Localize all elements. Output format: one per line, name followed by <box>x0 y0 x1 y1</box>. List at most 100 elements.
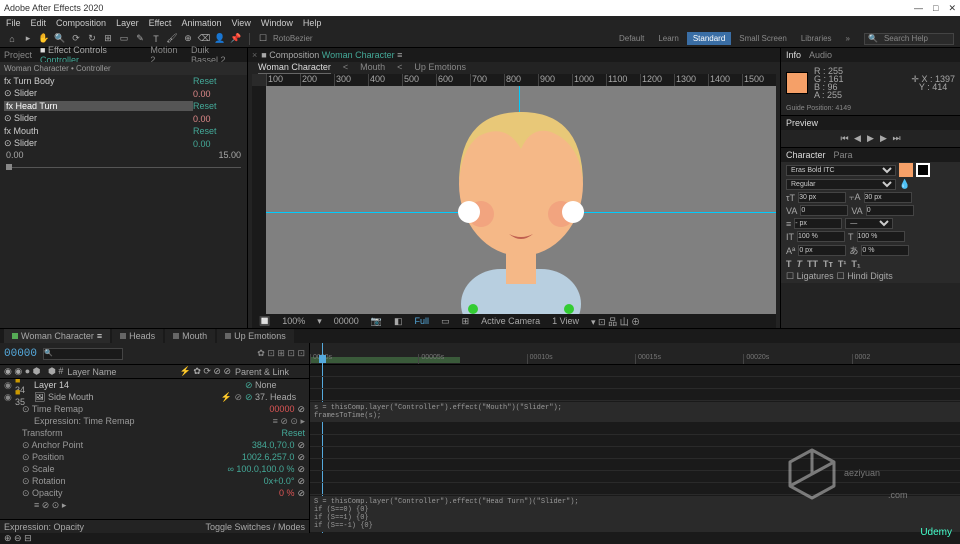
tl-zoom-icon[interactable]: ⊕ ⊖ ⊟ <box>4 533 32 544</box>
eraser-tool-icon[interactable]: ⌫ <box>198 33 210 45</box>
menu-layer[interactable]: Layer <box>116 18 139 28</box>
prop-opacity[interactable]: ⊙ Opacity <box>4 488 276 499</box>
prop-transform[interactable]: Transform <box>4 428 278 438</box>
viewport[interactable]: 1002003004005006007008009001000110012001… <box>252 74 776 328</box>
stroke-width-input[interactable] <box>794 218 842 229</box>
italic-icon[interactable]: T <box>797 259 803 269</box>
roto-tool-icon[interactable]: 👤 <box>214 33 226 45</box>
current-time[interactable]: 00000 <box>4 348 37 360</box>
kerning-input[interactable] <box>800 205 848 216</box>
allcaps-icon[interactable]: TT <box>807 259 818 269</box>
clone-tool-icon[interactable]: ⊕ <box>182 33 194 45</box>
menu-window[interactable]: Window <box>261 18 293 28</box>
stroke-color-icon[interactable] <box>916 163 930 177</box>
timeline-tracks[interactable]: 0000s00005s00010s00015s00020s0002 s = th… <box>310 343 960 533</box>
hand-tool-icon[interactable]: ✋ <box>38 33 50 45</box>
fx-head-turn[interactable]: fx Head Turn <box>4 101 193 111</box>
comp-tab-emotions[interactable]: Up Emotions <box>414 62 466 74</box>
rect-tool-icon[interactable]: ▭ <box>118 33 130 45</box>
hindi-checkbox[interactable]: ☐ Hindi Digits <box>837 271 893 282</box>
prop-scale[interactable]: ⊙ Scale <box>4 464 224 475</box>
workspace-learn[interactable]: Learn <box>652 32 684 45</box>
rotate-tool-icon[interactable]: ↻ <box>86 33 98 45</box>
tab-preview[interactable]: Preview <box>786 118 818 128</box>
pan-behind-tool-icon[interactable]: ⊞ <box>102 33 114 45</box>
tab-project[interactable]: Project <box>4 50 32 60</box>
baseline-input[interactable] <box>798 245 846 256</box>
grid-icon[interactable]: ⊞ <box>459 316 473 327</box>
zoom-tool-icon[interactable]: 🔍 <box>54 33 66 45</box>
superscript-icon[interactable]: T¹ <box>838 259 847 269</box>
slider-mouth[interactable]: ⊙ Slider <box>4 138 193 149</box>
fill-color-icon[interactable] <box>899 163 913 177</box>
close-button[interactable]: ✕ <box>948 3 956 14</box>
fx-turn-body[interactable]: fx Turn Body <box>4 76 193 86</box>
text-tool-icon[interactable]: T <box>150 33 162 45</box>
workspace-small[interactable]: Small Screen <box>733 32 793 45</box>
maximize-button[interactable]: □ <box>933 3 938 14</box>
pen-tool-icon[interactable]: ✎ <box>134 33 146 45</box>
tsume-input[interactable] <box>861 245 909 256</box>
menu-edit[interactable]: Edit <box>31 18 47 28</box>
slider-turn-body[interactable]: ⊙ Slider <box>4 88 193 99</box>
next-frame-icon[interactable]: ▶ <box>879 133 889 144</box>
prop-rotation[interactable]: ⊙ Rotation <box>4 476 261 487</box>
font-select[interactable]: Eras Bold ITC <box>786 165 896 176</box>
prop-anchor[interactable]: ⊙ Anchor Point <box>4 440 249 451</box>
workspace-standard[interactable]: Standard <box>687 32 731 45</box>
vscale-input[interactable] <box>797 231 845 242</box>
search-help-input[interactable]: 🔍 Search Help <box>864 33 954 45</box>
tab-info[interactable]: Info <box>786 50 801 60</box>
tab-paragraph[interactable]: Para <box>834 150 853 160</box>
hscale-input[interactable] <box>857 231 905 242</box>
play-icon[interactable]: ▶ <box>866 133 876 144</box>
workspace-libraries[interactable]: Libraries <box>795 32 838 45</box>
roi-icon[interactable]: ▭ <box>438 316 453 327</box>
tab-character[interactable]: Character <box>786 150 826 160</box>
comp-tab-woman[interactable]: Woman Character <box>258 62 331 74</box>
puppet-tool-icon[interactable]: 📌 <box>230 33 242 45</box>
subscript-icon[interactable]: T₁ <box>851 259 860 269</box>
tl-tab-heads[interactable]: Heads <box>112 329 163 343</box>
menu-effect[interactable]: Effect <box>149 18 172 28</box>
snapshot-icon[interactable]: 📷 <box>368 316 385 327</box>
timeline-ruler[interactable]: 0000s00005s00010s00015s00020s0002 <box>310 343 960 365</box>
prop-time-remap[interactable]: ⊙ Time Remap <box>4 404 266 415</box>
leading-input[interactable] <box>864 192 912 203</box>
menu-help[interactable]: Help <box>303 18 322 28</box>
tab-audio[interactable]: Audio <box>809 50 832 60</box>
snapping-icon[interactable]: ☐ <box>257 33 269 45</box>
toggle-switches[interactable]: Toggle Switches / Modes <box>205 522 305 532</box>
workspace-default[interactable]: Default <box>613 32 650 45</box>
home-icon[interactable]: ⌂ <box>6 33 18 45</box>
workspace-more-icon[interactable]: » <box>840 32 856 45</box>
canvas[interactable] <box>266 86 776 314</box>
tracking-input[interactable] <box>866 205 914 216</box>
resolution-dropdown[interactable]: ▾ <box>314 316 325 327</box>
tl-tab-emotions[interactable]: Up Emotions <box>217 329 294 343</box>
prop-expr-time[interactable]: Expression: Time Remap <box>4 416 270 426</box>
first-frame-icon[interactable]: ⏮ <box>840 133 850 144</box>
eyedropper-icon[interactable]: 💧 <box>899 179 910 190</box>
fx-mouth[interactable]: fx Mouth <box>4 126 193 136</box>
last-frame-icon[interactable]: ⏭ <box>892 133 902 144</box>
resolution-label[interactable]: Full <box>412 316 433 326</box>
slider-track[interactable] <box>6 162 241 172</box>
zoom-value[interactable]: 100% <box>279 316 308 326</box>
menu-file[interactable]: File <box>6 18 21 28</box>
selection-tool-icon[interactable]: ▸ <box>22 33 34 45</box>
menu-view[interactable]: View <box>231 18 250 28</box>
view-opts-icon[interactable]: ▾ ⊡ 品 山 ⊕ <box>588 315 643 328</box>
prev-frame-icon[interactable]: ◀ <box>853 133 863 144</box>
layer-14[interactable]: Layer 14 <box>34 380 242 390</box>
orbit-tool-icon[interactable]: ⟳ <box>70 33 82 45</box>
ligatures-checkbox[interactable]: ☐ Ligatures <box>786 271 834 282</box>
channels-icon[interactable]: ◧ <box>391 316 406 327</box>
time-display[interactable]: 00000 <box>331 316 362 326</box>
bold-icon[interactable]: T <box>786 259 792 269</box>
comp-tab-mouth[interactable]: Mouth <box>360 62 385 74</box>
expression-opacity[interactable]: S = thisComp.layer("Controller").effect(… <box>310 496 960 532</box>
stroke-over-select[interactable]: — <box>845 218 893 229</box>
tl-tab-woman[interactable]: Woman Character ≡ <box>4 329 110 343</box>
font-style-select[interactable]: Regular <box>786 179 896 190</box>
